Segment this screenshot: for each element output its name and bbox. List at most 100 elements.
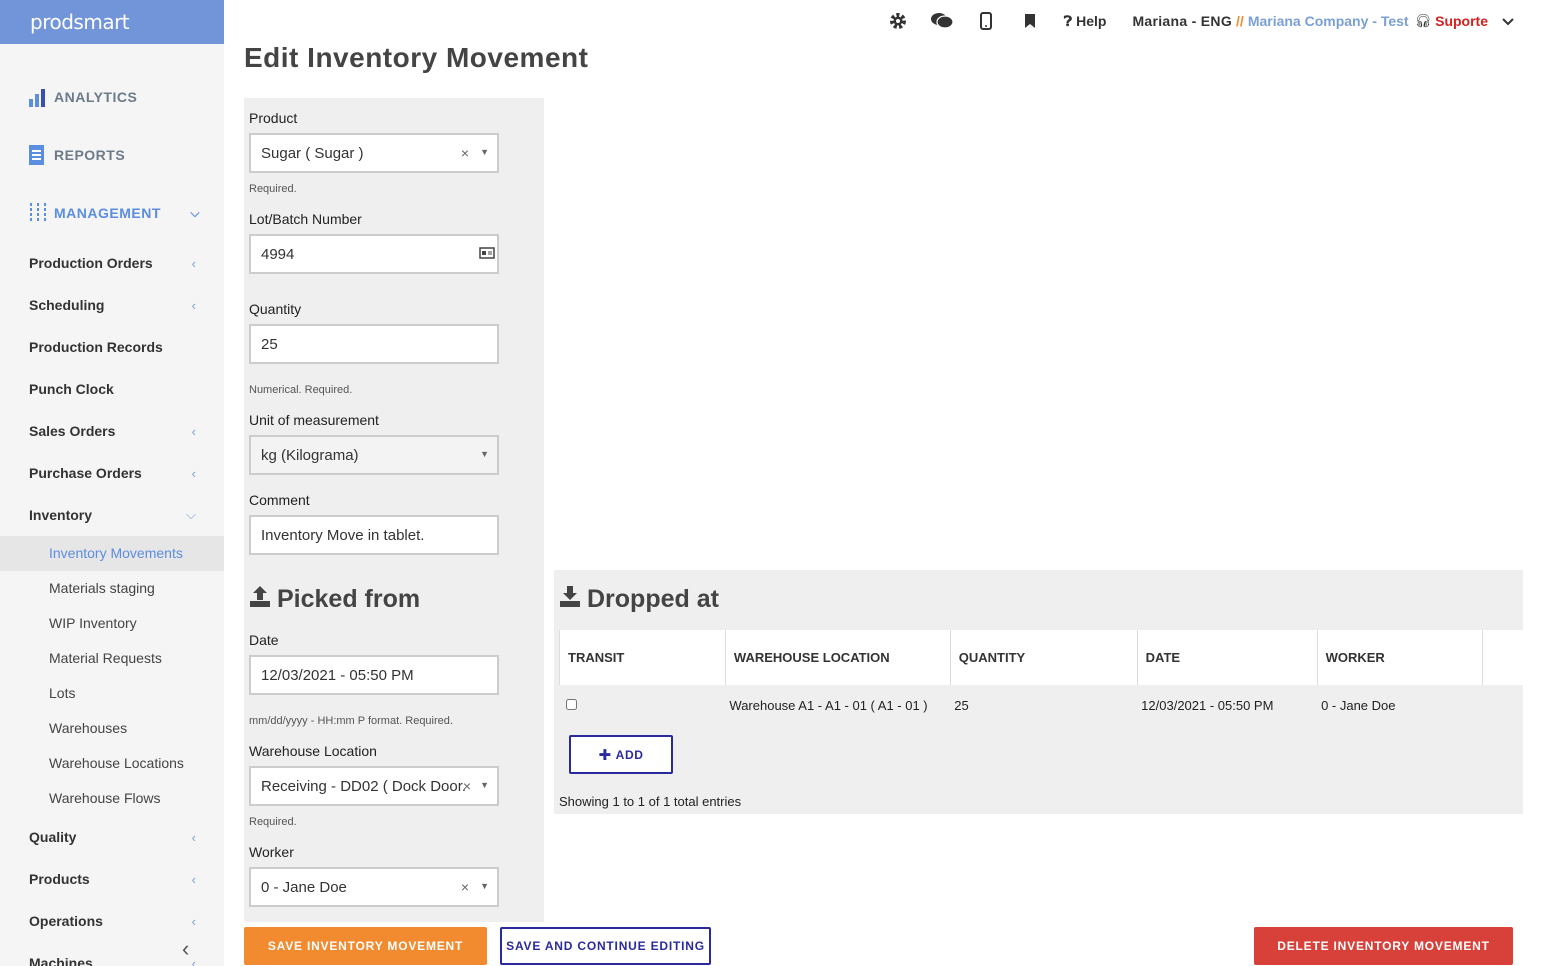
- sidebar-subitem-material-requests[interactable]: Material Requests: [0, 641, 224, 676]
- sidebar: prodsmart ANALYTICS REPORTS MANAGEMENT ⌵…: [0, 0, 224, 966]
- worker-select[interactable]: 0 - Jane Doe × ▼: [249, 867, 499, 907]
- sidebar-section-analytics[interactable]: ANALYTICS: [0, 68, 224, 126]
- sidebar-item-label: Quality: [29, 829, 77, 845]
- add-label: ADD: [615, 747, 644, 762]
- quantity-label: Quantity: [249, 301, 302, 317]
- sidebar-item-machines[interactable]: Machines ‹: [0, 942, 224, 966]
- sidebar-item-label: Scheduling: [29, 297, 105, 313]
- column-header-transit[interactable]: TRANSIT: [559, 630, 726, 685]
- sidebar-item-label: Punch Clock: [29, 381, 114, 397]
- sidebar-section-label: ANALYTICS: [54, 89, 138, 105]
- sidebar-subitem-lots[interactable]: Lots: [0, 676, 224, 711]
- comment-label: Comment: [249, 492, 310, 508]
- dropped-at-panel: Dropped at TRANSIT WAREHOUSE LOCATION QU…: [554, 570, 1523, 814]
- bookmark-icon[interactable]: [1018, 9, 1042, 33]
- chevron-left-icon: ‹: [191, 423, 196, 439]
- chevron-down-icon: ⌵: [186, 507, 196, 522]
- date-label: Date: [249, 632, 279, 648]
- clear-icon[interactable]: ×: [463, 778, 471, 794]
- sidebar-item-production-records[interactable]: Production Records: [0, 326, 224, 368]
- sidebar-item-production-orders[interactable]: Production Orders ‹: [0, 242, 224, 284]
- sidebar-subitem-warehouse-flows[interactable]: Warehouse Flows: [0, 781, 224, 816]
- mobile-icon[interactable]: [974, 9, 998, 33]
- transit-checkbox[interactable]: [565, 698, 577, 710]
- support-link[interactable]: Suporte: [1435, 13, 1488, 29]
- sidebar-subitem-warehouses[interactable]: Warehouses: [0, 711, 224, 746]
- quantity-input[interactable]: 25: [249, 324, 499, 364]
- sidebar-item-quality[interactable]: Quality ‹: [0, 816, 224, 858]
- gear-icon[interactable]: [886, 9, 910, 33]
- worker-value: 0 - Jane Doe: [261, 878, 347, 896]
- user-name[interactable]: Mariana - ENG: [1132, 13, 1232, 29]
- sidebar-item-purchase-orders[interactable]: Purchase Orders ‹: [0, 452, 224, 494]
- table-header-row: TRANSIT WAREHOUSE LOCATION QUANTITY DATE…: [559, 630, 1523, 685]
- clear-icon[interactable]: ×: [461, 879, 469, 895]
- lot-input[interactable]: 4994: [249, 234, 499, 274]
- lot-value: 4994: [261, 245, 295, 263]
- id-card-icon[interactable]: [479, 246, 495, 264]
- sidebar-item-scheduling[interactable]: Scheduling ‹: [0, 284, 224, 326]
- column-header-date[interactable]: DATE: [1136, 630, 1318, 685]
- add-button[interactable]: ✚ ADD: [569, 735, 673, 774]
- sidebar-section-reports[interactable]: REPORTS: [0, 126, 224, 184]
- column-header-warehouse-location[interactable]: WAREHOUSE LOCATION: [724, 630, 951, 685]
- date-input[interactable]: 12/03/2021 - 05:50 PM: [249, 655, 499, 695]
- product-value: Sugar ( Sugar ): [261, 144, 364, 162]
- clear-icon[interactable]: ×: [461, 145, 469, 161]
- help-label: Help: [1076, 12, 1107, 29]
- product-label: Product: [249, 110, 298, 126]
- separator: //: [1236, 13, 1244, 29]
- date-cell: 12/03/2021 - 05:50 PM: [1141, 697, 1274, 713]
- sidebar-subitem-wip-inventory[interactable]: WIP Inventory: [0, 606, 224, 641]
- company-name[interactable]: Mariana Company - Test: [1248, 13, 1409, 29]
- sidebar-item-products[interactable]: Products ‹: [0, 858, 224, 900]
- sidebar-item-operations[interactable]: Operations ‹: [0, 900, 224, 942]
- chevron-left-icon: ‹: [191, 255, 196, 271]
- chevron-left-icon: ‹: [191, 465, 196, 481]
- sidebar-item-punch-clock[interactable]: Punch Clock: [0, 368, 224, 410]
- product-hint: Required.: [249, 183, 297, 195]
- save-and-continue-button[interactable]: SAVE AND CONTINUE EDITING: [500, 927, 711, 965]
- sliders-icon: [28, 202, 48, 224]
- chevron-down-icon[interactable]: [1502, 13, 1514, 29]
- warehouse-location-select[interactable]: Receiving - DD02 ( Dock Door. × ▼: [249, 766, 499, 806]
- quantity-cell: 25: [954, 697, 969, 713]
- transit-cell: [560, 685, 726, 725]
- comment-input[interactable]: Inventory Move in tablet.: [249, 515, 499, 555]
- dropped-table: TRANSIT WAREHOUSE LOCATION QUANTITY DATE…: [559, 630, 1523, 725]
- sidebar-section-label: MANAGEMENT: [54, 205, 161, 221]
- page-title: Edit Inventory Movement: [244, 42, 589, 73]
- chevron-left-icon: ‹: [191, 297, 196, 313]
- sidebar-section-management[interactable]: MANAGEMENT ⌵: [0, 184, 224, 242]
- sidebar-subitem-materials-staging[interactable]: Materials staging: [0, 571, 224, 606]
- delete-button[interactable]: DELETE INVENTORY MOVEMENT: [1254, 927, 1513, 965]
- top-bar: ❓︎ Help Mariana - ENG // Mariana Company…: [224, 0, 1544, 42]
- warehouse-location-value: Receiving - DD02 ( Dock Door.: [261, 777, 466, 795]
- dropdown-arrow-icon: ▼: [480, 881, 489, 891]
- column-header-worker[interactable]: WORKER: [1316, 630, 1483, 685]
- brand-logo[interactable]: prodsmart: [0, 0, 224, 44]
- worker-label: Worker: [249, 844, 294, 860]
- chat-icon[interactable]: [930, 9, 954, 33]
- column-header-quantity[interactable]: QUANTITY: [949, 630, 1138, 685]
- sidebar-item-inventory[interactable]: Inventory ⌵: [0, 494, 224, 536]
- question-circle-icon: ❓︎: [1063, 12, 1073, 29]
- collapse-sidebar-icon[interactable]: ‹: [182, 936, 189, 962]
- warehouse-location-hint: Required.: [249, 816, 297, 828]
- chevron-down-icon: ⌵: [190, 205, 200, 220]
- sidebar-subitem-warehouse-locations[interactable]: Warehouse Locations: [0, 746, 224, 781]
- unit-select[interactable]: kg (Kilograma) ▼: [249, 435, 499, 475]
- sidebar-subitem-inventory-movements[interactable]: Inventory Movements: [0, 536, 224, 571]
- sidebar-item-sales-orders[interactable]: Sales Orders ‹: [0, 410, 224, 452]
- help-link[interactable]: ❓︎ Help: [1064, 13, 1107, 30]
- entries-count: Showing 1 to 1 of 1 total entries: [559, 794, 742, 809]
- save-button[interactable]: SAVE INVENTORY MOVEMENT: [244, 927, 487, 965]
- sidebar-item-label: Production Records: [29, 339, 163, 355]
- dropdown-arrow-icon: ▼: [480, 449, 489, 459]
- dropdown-arrow-icon: ▼: [480, 780, 489, 790]
- date-value: 12/03/2021 - 05:50 PM: [261, 666, 414, 684]
- sidebar-item-label: Production Orders: [29, 255, 153, 271]
- dropped-at-label: Dropped at: [587, 585, 719, 613]
- picked-from-label: Picked from: [277, 585, 421, 613]
- product-select[interactable]: Sugar ( Sugar ) × ▼: [249, 133, 499, 173]
